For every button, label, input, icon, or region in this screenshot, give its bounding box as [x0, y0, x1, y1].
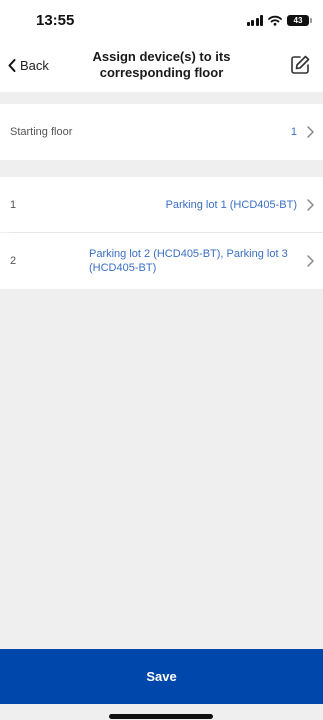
nav-bar: Back Assign device(s) to its correspondi… — [0, 40, 323, 92]
chevron-right-icon — [307, 198, 314, 211]
status-bar: 13:55 43 — [0, 0, 323, 40]
starting-floor-row[interactable]: Starting floor 1 — [0, 104, 323, 160]
floor-devices-group: Parking lot 1 (HCD405-BT) — [166, 198, 315, 212]
save-button[interactable]: Save — [0, 649, 323, 704]
floor-devices: Parking lot 2 (HCD405-BT), Parking lot 3… — [89, 248, 288, 274]
home-indicator[interactable] — [109, 714, 213, 719]
back-label: Back — [20, 58, 49, 73]
floor-devices-group: Parking lot 2 (HCD405-BT), Parking lot 3… — [75, 247, 315, 275]
section-gap — [0, 160, 323, 177]
cellular-signal-icon — [246, 14, 263, 26]
floor-number: 1 — [10, 198, 17, 211]
status-time: 13:55 — [36, 11, 75, 29]
section-gap — [0, 92, 323, 104]
edit-button[interactable] — [289, 54, 311, 76]
page-title: Assign device(s) to its corresponding fl… — [92, 49, 231, 80]
floor-row-1[interactable]: 1 Parking lot 1 (HCD405-BT) — [0, 177, 323, 232]
chevron-right-icon — [307, 255, 314, 267]
battery-level: 43 — [293, 15, 303, 25]
battery-icon: 43 — [287, 14, 312, 26]
back-button[interactable]: Back — [8, 58, 49, 73]
chevron-right-icon — [307, 126, 314, 138]
chevron-left-icon — [8, 59, 16, 72]
starting-floor-value-group: 1 — [291, 125, 315, 139]
status-icons: 43 — [246, 14, 312, 26]
edit-icon — [291, 55, 310, 74]
wifi-icon — [268, 15, 282, 26]
floor-number: 2 — [10, 255, 17, 267]
floor-row-2[interactable]: 2 Parking lot 2 (HCD405-BT), Parking lot… — [0, 233, 323, 289]
starting-floor-value: 1 — [290, 126, 297, 138]
floor-devices: Parking lot 1 (HCD405-BT) — [165, 198, 297, 211]
starting-floor-label: Starting floor — [10, 126, 73, 138]
